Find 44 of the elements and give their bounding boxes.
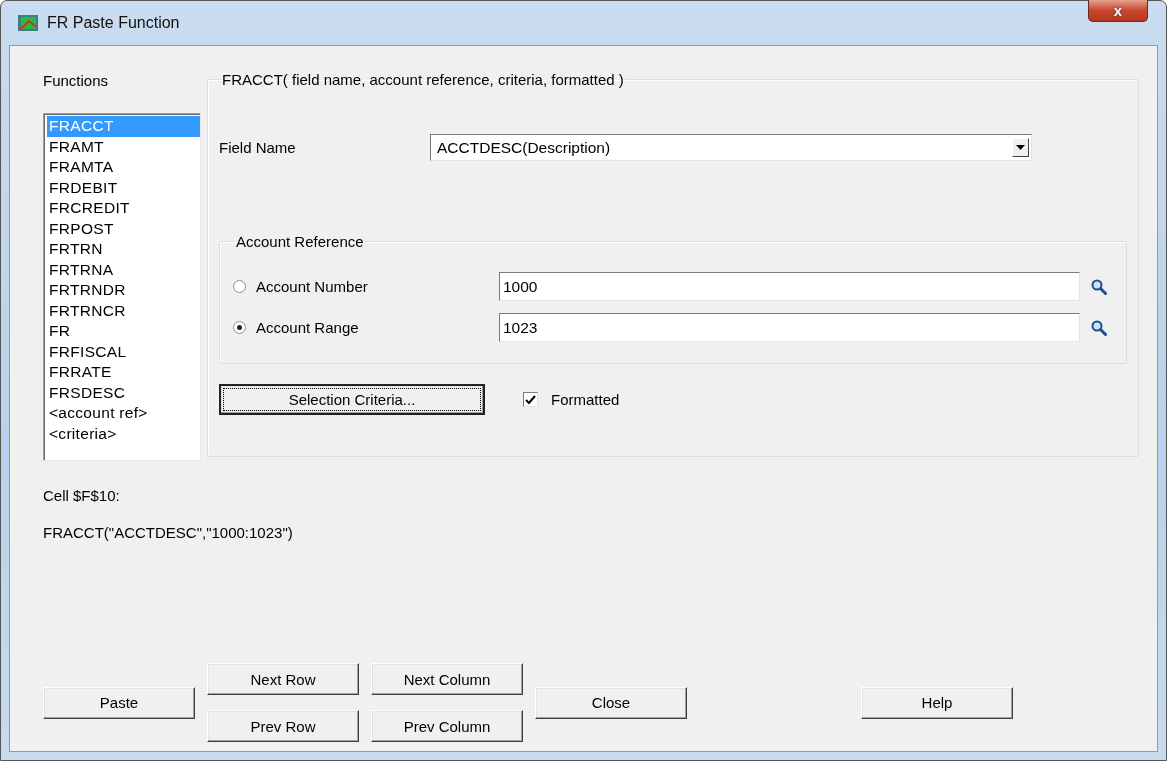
window-title: FR Paste Function — [47, 14, 180, 32]
app-icon — [17, 13, 39, 33]
close-dialog-button[interactable]: Close — [535, 686, 687, 719]
function-signature: FRACCT( field name, account reference, criteria, formatted ) — [221, 71, 625, 88]
cell-label: Cell $F$10: — [43, 487, 120, 504]
function-item[interactable]: FRRATE — [47, 362, 200, 383]
next-row-button[interactable]: Next Row — [207, 663, 359, 695]
window-close-button[interactable]: x — [1088, 0, 1148, 22]
dropdown-arrow-icon — [1016, 145, 1025, 150]
account-input[interactable]: 1000 — [499, 272, 1080, 301]
function-item[interactable]: FRCREDIT — [47, 198, 200, 219]
functions-label: Functions — [43, 72, 109, 89]
radio-button[interactable] — [233, 321, 246, 334]
selection-criteria-button[interactable]: Selection Criteria... — [219, 384, 485, 415]
search-icon[interactable] — [1091, 319, 1107, 336]
search-icon[interactable] — [1091, 278, 1107, 295]
function-item[interactable]: FRTRNCR — [47, 300, 200, 321]
account-reference-legend: Account Reference — [235, 233, 365, 250]
paste-button[interactable]: Paste — [43, 686, 195, 719]
function-item[interactable]: FRTRNDR — [47, 280, 200, 301]
account-input[interactable]: 1023 — [499, 313, 1080, 342]
function-item[interactable]: <account ref> — [47, 403, 200, 424]
function-item[interactable]: <criteria> — [47, 423, 200, 444]
function-item[interactable]: FRTRNA — [47, 259, 200, 280]
function-item[interactable]: FRTRN — [47, 239, 200, 260]
field-name-label: Field Name — [219, 139, 297, 156]
radio-label[interactable]: Account Number — [256, 278, 368, 295]
help-button[interactable]: Help — [861, 686, 1013, 719]
function-item[interactable]: FRSDESC — [47, 382, 200, 403]
function-item[interactable]: FR — [47, 321, 200, 342]
prev-column-button[interactable]: Prev Column — [371, 710, 523, 742]
radio-label[interactable]: Account Range — [256, 319, 359, 336]
formatted-label[interactable]: Formatted — [551, 391, 620, 408]
function-item[interactable]: FRPOST — [47, 218, 200, 239]
radio-button[interactable] — [233, 280, 246, 293]
prev-row-button[interactable]: Prev Row — [207, 710, 359, 742]
next-column-button[interactable]: Next Column — [371, 663, 523, 695]
formula-text: FRACCT("ACCTDESC","1000:1023") — [43, 524, 293, 541]
field-name-dropdown[interactable]: ACCTDESC(Description) — [430, 134, 1032, 161]
formatted-checkbox[interactable] — [523, 392, 538, 407]
function-item[interactable]: FRAMT — [47, 136, 200, 157]
function-item[interactable]: FRDEBIT — [47, 177, 200, 198]
function-item[interactable]: FRAMTA — [47, 157, 200, 178]
function-item[interactable]: FRFISCAL — [47, 341, 200, 362]
